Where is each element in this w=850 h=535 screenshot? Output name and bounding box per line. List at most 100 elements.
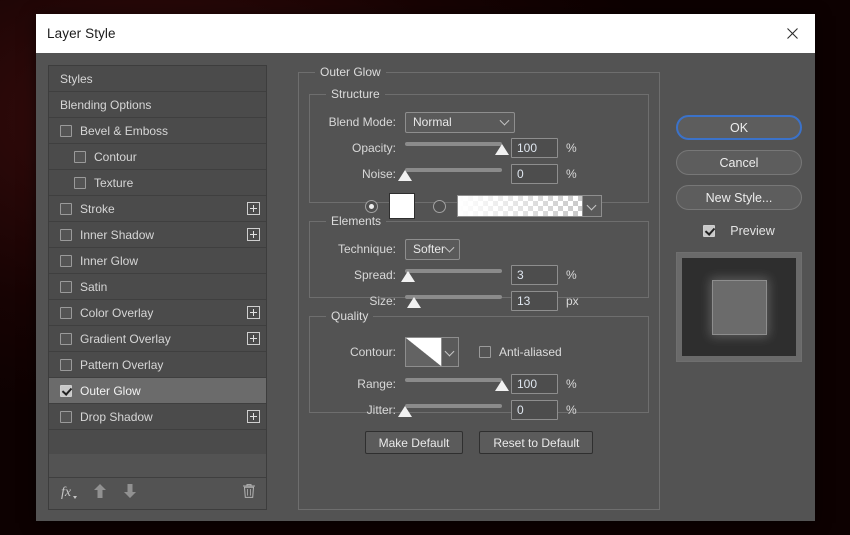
sidebar-item-outer-glow[interactable]: Outer Glow (49, 378, 266, 404)
chevron-down-icon (445, 243, 455, 253)
sidebar-item-color-overlay[interactable]: Color Overlay (49, 300, 266, 326)
blend-mode-label: Blend Mode: (320, 115, 396, 129)
contour-label: Contour: (320, 345, 396, 359)
new-style-button[interactable]: New Style... (676, 185, 802, 210)
blend-mode-select[interactable]: Normal (405, 112, 515, 133)
glow-color-swatch[interactable] (389, 193, 415, 219)
effect-toggle-checkbox[interactable] (74, 177, 86, 189)
make-default-button[interactable]: Make Default (365, 431, 464, 454)
range-input[interactable]: 100 (511, 374, 558, 394)
close-icon[interactable] (769, 14, 815, 53)
effect-toggle-checkbox[interactable] (74, 151, 86, 163)
glow-color-radio[interactable] (365, 200, 378, 213)
layer-style-dialog: Layer Style StylesBlending OptionsBevel … (36, 14, 815, 521)
glow-gradient-swatch (458, 196, 582, 216)
glow-gradient-dropdown-button[interactable] (582, 196, 601, 216)
opacity-row: Opacity: 100 % (320, 137, 638, 159)
sidebar-item-gradient-overlay[interactable]: Gradient Overlay (49, 326, 266, 352)
opacity-slider-thumb[interactable] (495, 144, 509, 155)
sidebar-item-drop-shadow[interactable]: Drop Shadow (49, 404, 266, 430)
noise-slider-thumb[interactable] (398, 170, 412, 181)
sidebar-item-stroke[interactable]: Stroke (49, 196, 266, 222)
jitter-slider-thumb[interactable] (398, 406, 412, 417)
add-effect-plus-icon[interactable] (247, 202, 260, 215)
jitter-slider[interactable] (405, 400, 502, 420)
effect-toggle-checkbox[interactable] (60, 333, 72, 345)
glow-gradient-radio[interactable] (433, 200, 446, 213)
add-effect-plus-icon[interactable] (247, 228, 260, 241)
sidebar-item-inner-shadow[interactable]: Inner Shadow (49, 222, 266, 248)
size-slider-thumb[interactable] (407, 297, 421, 308)
effect-toggle-checkbox[interactable] (60, 307, 72, 319)
effect-toggle-checkbox[interactable] (60, 281, 72, 293)
structure-title: Structure (326, 87, 385, 101)
opacity-unit: % (566, 141, 577, 155)
range-unit: % (566, 377, 577, 391)
styles-list-empty-space (49, 454, 266, 478)
spread-slider[interactable] (405, 265, 502, 285)
add-effect-plus-icon[interactable] (247, 332, 260, 345)
sidebar-item-label: Styles (60, 72, 93, 86)
sidebar-item-label: Blending Options (60, 98, 151, 112)
sidebar-item-label: Bevel & Emboss (80, 124, 168, 138)
sidebar-item-label: Inner Shadow (80, 228, 154, 242)
arrow-down-icon[interactable] (123, 483, 137, 504)
effect-toggle-checkbox[interactable] (60, 385, 72, 397)
contour-dropdown-button[interactable] (441, 338, 458, 366)
add-effect-plus-icon[interactable] (247, 410, 260, 423)
jitter-input[interactable]: 0 (511, 400, 558, 420)
elements-group: Elements Technique: Softer Spread: (309, 214, 649, 298)
anti-aliased-label: Anti-aliased (499, 345, 562, 359)
ok-button[interactable]: OK (676, 115, 802, 140)
range-slider-thumb[interactable] (495, 380, 509, 391)
spread-input[interactable]: 3 (511, 265, 558, 285)
sidebar-item-contour[interactable]: Contour (49, 144, 266, 170)
effect-toggle-checkbox[interactable] (60, 125, 72, 137)
sidebar-item-label: Inner Glow (80, 254, 138, 268)
add-effect-plus-icon[interactable] (247, 306, 260, 319)
jitter-row: Jitter: 0 % (320, 399, 638, 421)
jitter-slider-track (405, 404, 502, 408)
noise-slider[interactable] (405, 164, 502, 184)
sidebar-item-blending-options[interactable]: Blending Options (49, 92, 266, 118)
size-input[interactable]: 13 (511, 291, 558, 311)
preview-checkbox[interactable]: Preview (703, 224, 774, 238)
anti-aliased-checkbox[interactable]: Anti-aliased (479, 345, 562, 359)
sidebar-item-label: Texture (94, 176, 133, 190)
effect-toggle-checkbox[interactable] (60, 359, 72, 371)
opacity-slider[interactable] (405, 138, 502, 158)
effect-toggle-checkbox[interactable] (60, 229, 72, 241)
sidebar-item-texture[interactable]: Texture (49, 170, 266, 196)
contour-picker[interactable] (405, 337, 459, 367)
dialog-actions: OK Cancel New Style... Preview (674, 65, 804, 510)
chevron-down-icon (500, 116, 510, 126)
size-slider[interactable] (405, 291, 502, 311)
sidebar-item-pattern-overlay[interactable]: Pattern Overlay (49, 352, 266, 378)
fx-icon[interactable]: fx (61, 483, 77, 504)
sidebar-item-satin[interactable]: Satin (49, 274, 266, 300)
preview-canvas (682, 258, 796, 356)
sidebar-item-inner-glow[interactable]: Inner Glow (49, 248, 266, 274)
arrow-up-icon[interactable] (93, 483, 107, 504)
sidebar-item-styles[interactable]: Styles (49, 66, 266, 92)
spread-slider-thumb[interactable] (401, 271, 415, 282)
cancel-button[interactable]: Cancel (676, 150, 802, 175)
reset-to-default-button[interactable]: Reset to Default (479, 431, 593, 454)
sidebar-item-bevel-emboss[interactable]: Bevel & Emboss (49, 118, 266, 144)
outer-glow-group-title: Outer Glow (315, 65, 386, 79)
dialog-body: Styles Blending Options Bevel & Emboss Cont… (36, 53, 815, 522)
settings-panel: Outer Glow Structure Blend Mode: Normal … (298, 65, 660, 510)
technique-select[interactable]: Softer (405, 239, 460, 260)
sidebar-item-label: Outer Glow (80, 384, 141, 398)
effect-toggle-checkbox[interactable] (60, 255, 72, 267)
glow-gradient-picker[interactable] (457, 195, 602, 217)
effect-toggle-checkbox[interactable] (60, 411, 72, 423)
effect-toggle-checkbox[interactable] (60, 203, 72, 215)
noise-input[interactable]: 0 (511, 164, 558, 184)
opacity-input[interactable]: 100 (511, 138, 558, 158)
range-row: Range: 100 % (320, 373, 638, 395)
range-label: Range: (320, 377, 396, 391)
trash-icon[interactable] (242, 483, 256, 504)
sidebar-item-label: Color Overlay (80, 306, 153, 320)
range-slider[interactable] (405, 374, 502, 394)
